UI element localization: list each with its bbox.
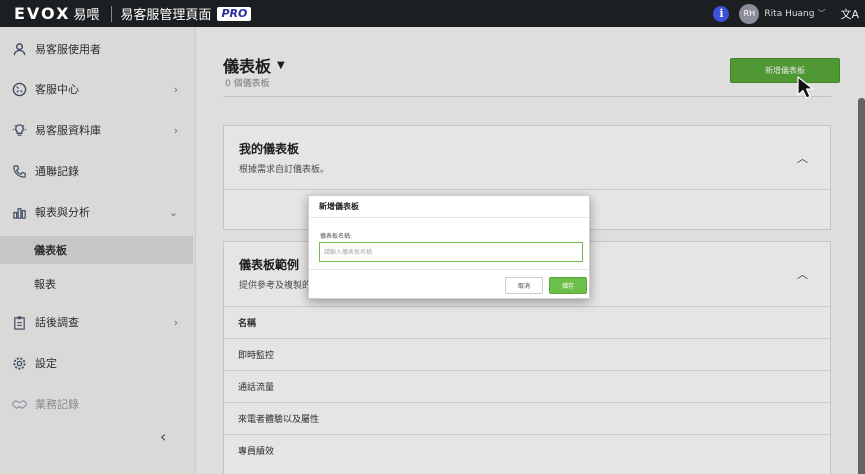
sidebar-item-users[interactable]: 易客服使用者 [0, 31, 196, 67]
collapse-sidebar-icon[interactable]: ‹ [160, 427, 166, 446]
page-title-text: 儀表板 [223, 57, 272, 76]
logo-text-en: EVOX [14, 4, 71, 23]
table-row[interactable]: 通話流量 [224, 370, 830, 402]
handshake-icon [10, 397, 28, 412]
language-icon[interactable]: 文A [840, 6, 859, 22]
user-menu-chevron-icon[interactable]: ﹀ [817, 8, 825, 19]
table-row[interactable]: 即時監控 [224, 338, 830, 370]
chevron-down-icon: ⌄ [168, 205, 178, 219]
card-title: 儀表板範例 [239, 258, 300, 272]
app-title: 易客服管理頁面 [120, 8, 212, 23]
sidebar-item-service-center[interactable]: 客服中心 › [0, 71, 196, 107]
caret-down-icon[interactable]: ▼ [277, 60, 285, 71]
mouse-cursor-icon [797, 76, 814, 99]
cancel-button[interactable]: 取消 [505, 277, 543, 294]
card-description: 提供參考及複製的 [239, 281, 312, 291]
card-title: 我的儀表板 [239, 142, 300, 156]
user-name[interactable]: Rita Huang [764, 9, 814, 19]
topbar-divider [111, 5, 113, 22]
card-description: 根據需求自訂儀表板。 [239, 165, 330, 175]
info-icon[interactable]: i [713, 5, 730, 22]
sidebar: 易客服使用者 客服中心 › 易客服資料庫 › 通聯記錄 報表與分析 ⌄ 儀表板 … [0, 27, 196, 474]
sidebar-item-label: 易客服使用者 [35, 43, 101, 56]
chevron-right-icon: › [173, 82, 178, 96]
chevron-up-icon[interactable]: ︿ [797, 150, 808, 166]
bulb-icon [10, 123, 28, 138]
modal-title: 新增儀表板 [309, 196, 589, 218]
modal-footer-divider [309, 269, 589, 270]
chevron-up-icon[interactable]: ︿ [797, 266, 808, 282]
pro-badge: PRO [217, 6, 252, 21]
table-row[interactable]: 專員績效 [224, 434, 830, 466]
dashboard-name-label: 儀表板名稱: [320, 233, 353, 240]
header-divider [223, 96, 831, 97]
app-logo[interactable]: EVOX 易喂 [14, 4, 99, 23]
sidebar-item-business-records[interactable]: 業務記錄 [0, 386, 196, 422]
dashboard-count: 0 個儀表板 [225, 79, 270, 89]
headset-icon [10, 82, 28, 97]
bar-chart-icon [10, 205, 28, 220]
sidebar-item-label: 報表與分析 [35, 206, 90, 219]
user-icon [10, 42, 28, 57]
sidebar-subitem-reports[interactable]: 報表 [0, 270, 193, 298]
chevron-right-icon: › [173, 315, 178, 329]
sidebar-item-label: 話後調查 [35, 316, 79, 329]
dashboard-name-input[interactable] [319, 242, 583, 262]
sidebar-item-knowledge-base[interactable]: 易客服資料庫 › [0, 112, 196, 148]
clipboard-icon [10, 315, 28, 330]
sidebar-item-label: 業務記錄 [35, 398, 79, 411]
add-dashboard-button[interactable]: 新增儀表板 [730, 58, 840, 83]
phone-icon [10, 164, 28, 179]
save-button[interactable]: 儲存 [549, 277, 587, 294]
sidebar-item-survey[interactable]: 話後調查 › [0, 304, 196, 340]
avatar[interactable]: RH [739, 3, 760, 24]
topbar-right: i RH Rita Huang ﹀ 文A [713, 0, 865, 27]
sidebar-subitem-dashboard[interactable]: 儀表板 [0, 236, 193, 264]
sidebar-item-label: 易客服資料庫 [35, 124, 101, 137]
sidebar-item-reports-analytics[interactable]: 報表與分析 ⌄ [0, 194, 196, 230]
top-bar: EVOX 易喂 易客服管理頁面 PRO i RH Rita Huang ﹀ 文A [0, 0, 865, 27]
sidebar-item-label: 客服中心 [35, 83, 79, 96]
sidebar-item-call-records[interactable]: 通聯記錄 [0, 153, 196, 189]
add-dashboard-modal: 新增儀表板 儀表板名稱: 取消 儲存 [308, 195, 590, 299]
sidebar-item-label: 通聯記錄 [35, 165, 79, 178]
table-row[interactable]: 來電者體驗以及屬性 [224, 402, 830, 434]
sidebar-item-settings[interactable]: 設定 [0, 345, 196, 381]
gear-icon [10, 356, 28, 371]
chevron-right-icon: › [173, 123, 178, 137]
scrollbar[interactable] [858, 100, 865, 474]
page-title[interactable]: 儀表板 ▼ [223, 53, 285, 77]
table-header-name: 名稱 [224, 306, 830, 338]
sidebar-item-label: 設定 [35, 357, 57, 370]
logo-text-zh: 易喂 [73, 8, 100, 23]
card-divider [224, 189, 830, 190]
